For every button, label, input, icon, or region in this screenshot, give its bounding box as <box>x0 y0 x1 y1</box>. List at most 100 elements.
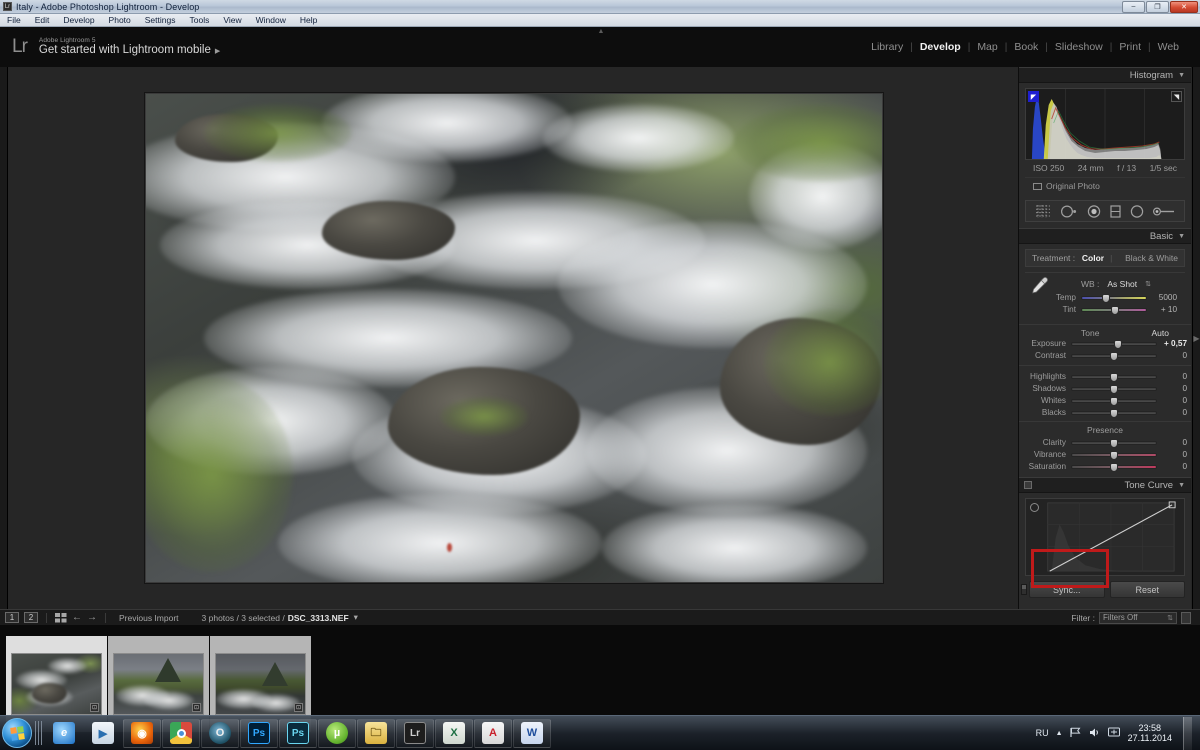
filter-stepper-icon[interactable]: ⇅ <box>1167 614 1173 622</box>
slider-track[interactable] <box>1071 339 1157 349</box>
slider-exposure[interactable]: Exposure + 0,57 <box>1019 338 1191 349</box>
back-arrow-icon[interactable]: ← <box>72 612 82 623</box>
taskbar-word[interactable]: W <box>513 718 551 748</box>
close-button[interactable]: ✕ <box>1170 0 1198 13</box>
slider-track[interactable] <box>1071 408 1157 418</box>
menu-settings[interactable]: Settings <box>138 15 183 25</box>
slider-track[interactable] <box>1071 438 1157 448</box>
view-1-button[interactable]: 1 <box>5 612 19 623</box>
slider-saturation[interactable]: Saturation 0 <box>1019 461 1191 472</box>
slider-vibrance[interactable]: Vibrance 0 <box>1019 449 1191 460</box>
slider-shadows[interactable]: Shadows 0 <box>1019 383 1191 394</box>
taskbar-windows-media-player[interactable]: ▶ <box>84 719 122 748</box>
reset-button[interactable]: Reset <box>1109 581 1185 598</box>
identity-plate[interactable]: Adobe Lightroom 5 Get started with Light… <box>39 37 220 58</box>
taskbar-adobe-reader[interactable]: A <box>474 718 512 748</box>
taskbar-lightroom[interactable]: Lr <box>396 718 434 748</box>
thumb-badge[interactable]: ⊡ <box>90 703 99 712</box>
slider-thumb[interactable] <box>1110 408 1118 418</box>
thumb-badge[interactable]: ⊡ <box>294 703 303 712</box>
taskbar-photoshop-2[interactable]: Ps <box>279 718 317 748</box>
slider-thumb[interactable] <box>1110 450 1118 460</box>
filename-dropdown-icon[interactable]: ▾ <box>354 612 358 623</box>
basic-header[interactable]: Basic ▼ <box>1019 228 1191 244</box>
slider-thumb[interactable] <box>1110 351 1118 361</box>
menu-help[interactable]: Help <box>293 15 324 25</box>
shadow-clipping-icon[interactable]: ◤ <box>1028 91 1039 102</box>
module-print[interactable]: Print <box>1112 41 1148 53</box>
highlight-clipping-icon[interactable]: ◥ <box>1171 91 1182 102</box>
slider-thumb[interactable] <box>1110 396 1118 406</box>
module-slideshow[interactable]: Slideshow <box>1048 41 1110 53</box>
radial-filter-icon[interactable] <box>1130 204 1144 218</box>
lock-icon[interactable] <box>1181 611 1191 624</box>
main-photo[interactable] <box>145 94 882 582</box>
taskbar-file-explorer[interactable]: 🗀 <box>357 718 395 748</box>
slider-highlights[interactable]: Highlights 0 <box>1019 371 1191 382</box>
source-label[interactable]: Previous Import <box>119 613 179 623</box>
network-icon[interactable] <box>1070 727 1082 740</box>
slider-track[interactable] <box>1081 293 1147 303</box>
slider-temp[interactable]: Temp 5000 <box>1029 292 1181 303</box>
minimize-button[interactable]: – <box>1122 0 1145 13</box>
slider-thumb[interactable] <box>1110 384 1118 394</box>
taskbar-excel[interactable]: X <box>435 718 473 748</box>
menu-develop[interactable]: Develop <box>56 15 101 25</box>
red-eye-icon[interactable] <box>1087 204 1101 218</box>
taskbar-grip[interactable] <box>35 721 42 745</box>
module-book[interactable]: Book <box>1007 41 1045 53</box>
target-adjust-icon[interactable] <box>1030 503 1039 512</box>
histogram-header[interactable]: Histogram ▼ <box>1019 67 1191 83</box>
filter-dropdown[interactable]: Filters Off ⇅ <box>1099 611 1177 624</box>
module-library[interactable]: Library <box>864 41 910 53</box>
slider-whites[interactable]: Whites 0 <box>1019 395 1191 406</box>
slider-track[interactable] <box>1071 396 1157 406</box>
slider-thumb[interactable] <box>1111 305 1120 315</box>
slider-track[interactable] <box>1071 351 1157 361</box>
module-map[interactable]: Map <box>970 41 1004 53</box>
crop-overlay-icon[interactable] <box>1035 204 1051 218</box>
menu-tools[interactable]: Tools <box>182 15 216 25</box>
wb-value[interactable]: As Shot <box>1107 279 1137 289</box>
wb-stepper-icon[interactable]: ⇅ <box>1145 280 1151 288</box>
white-balance-eyedropper-icon[interactable] <box>1029 276 1049 301</box>
left-panel-collapsed[interactable] <box>0 67 8 609</box>
module-web[interactable]: Web <box>1151 41 1186 53</box>
menu-window[interactable]: Window <box>249 15 293 25</box>
slider-track[interactable] <box>1081 305 1147 315</box>
slider-blacks[interactable]: Blacks 0 <box>1019 407 1191 418</box>
slider-thumb[interactable] <box>1110 438 1118 448</box>
adjustment-brush-icon[interactable] <box>1153 205 1175 218</box>
slider-tint[interactable]: Tint + 10 <box>1029 304 1181 315</box>
forward-arrow-icon[interactable]: → <box>87 612 97 623</box>
menu-view[interactable]: View <box>216 15 248 25</box>
treatment-color-option[interactable]: Color <box>1082 253 1104 263</box>
panel-switch-toggle[interactable] <box>1021 584 1027 595</box>
taskbar-photoshop[interactable]: Ps <box>240 718 278 748</box>
slider-track[interactable] <box>1071 462 1157 472</box>
tone-curve-header[interactable]: Tone Curve ▼ <box>1019 477 1191 493</box>
action-center-icon[interactable] <box>1107 727 1121 740</box>
graduated-filter-icon[interactable] <box>1110 204 1121 218</box>
restore-button[interactable]: ❐ <box>1146 0 1169 13</box>
menu-photo[interactable]: Photo <box>102 15 138 25</box>
volume-icon[interactable] <box>1089 727 1101 740</box>
taskbar-internet-explorer[interactable]: e <box>45 719 83 748</box>
right-panel-collapse-arrow[interactable]: ▶ <box>1192 67 1200 609</box>
thumb-badge[interactable]: ⊡ <box>192 703 201 712</box>
slider-contrast[interactable]: Contrast 0 <box>1019 350 1191 361</box>
slider-thumb[interactable] <box>1110 372 1118 382</box>
clock[interactable]: 23:58 27.11.2014 <box>1128 723 1172 744</box>
top-panel-collapse-arrow[interactable]: ▲ <box>594 27 608 35</box>
start-orb-icon[interactable] <box>2 718 32 748</box>
slider-track[interactable] <box>1071 384 1157 394</box>
sync-button[interactable]: Sync... <box>1029 581 1105 598</box>
treatment-bw-option[interactable]: Black & White <box>1125 253 1178 263</box>
taskbar-google-chrome[interactable] <box>162 718 200 748</box>
menu-edit[interactable]: Edit <box>28 15 57 25</box>
taskbar-utorrent[interactable]: µ <box>318 718 356 748</box>
module-develop[interactable]: Develop <box>913 41 968 53</box>
histogram-graph[interactable]: ◤ ◥ <box>1025 88 1185 160</box>
spot-removal-icon[interactable] <box>1060 204 1078 218</box>
taskbar-firefox[interactable]: ◉ <box>123 718 161 748</box>
